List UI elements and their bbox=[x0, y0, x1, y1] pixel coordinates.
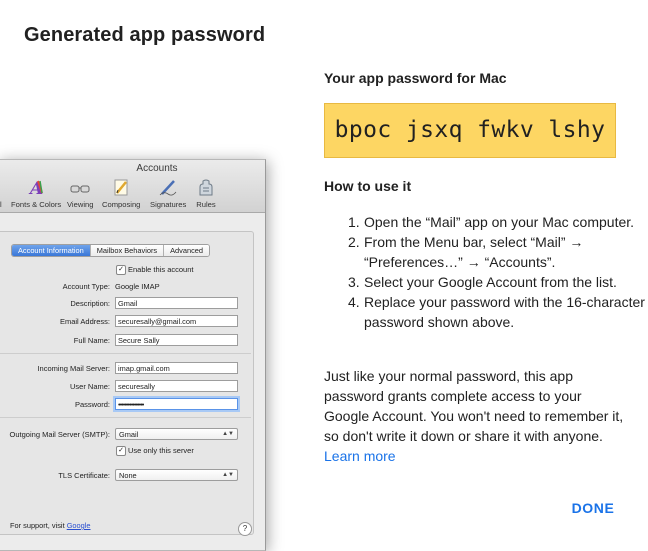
mac-titlebar: Accounts il A Fonts & Colors bbox=[0, 160, 265, 213]
list-item: 4. Replace your password with the 16-char… bbox=[348, 294, 645, 330]
security-note: Just like your normal password, this app… bbox=[324, 368, 624, 464]
account-type-label: Account Type: bbox=[62, 282, 110, 291]
smtp-label: Outgoing Mail Server (SMTP): bbox=[9, 430, 110, 439]
list-item: 2. From the Menu bar, select “Mail” → “Pr… bbox=[348, 234, 584, 270]
app-password-box[interactable]: bpoc jsxq fwkv lshy bbox=[324, 103, 616, 158]
how-to-use-heading: How to use it bbox=[324, 178, 412, 194]
learn-more-link[interactable]: Learn more bbox=[324, 448, 396, 464]
rules-icon bbox=[199, 179, 213, 196]
tab-account-information: Account Information bbox=[12, 245, 91, 256]
toolbar-fonts-colors: A Fonts & Colors bbox=[11, 179, 62, 209]
tab-mailbox-behaviors: Mailbox Behaviors bbox=[90, 245, 165, 256]
account-tabs: Account Information Mailbox Behaviors Ad… bbox=[11, 244, 210, 257]
dialog-title: Generated app password bbox=[24, 24, 266, 46]
toolbar-viewing: Viewing bbox=[67, 178, 93, 209]
user-name-label: User Name: bbox=[69, 382, 110, 391]
tab-advanced: Advanced bbox=[164, 245, 209, 256]
at-icon bbox=[0, 178, 3, 197]
support-text: For support, visit Google bbox=[10, 521, 91, 530]
tls-certificate-label: TLS Certificate: bbox=[58, 471, 110, 480]
pencil-icon bbox=[114, 179, 128, 196]
incoming-server-field: imap.gmail.com bbox=[115, 362, 238, 374]
toolbar-mail: il bbox=[0, 178, 3, 209]
tls-certificate-select: None ▲▼ bbox=[115, 469, 238, 481]
enable-account-label: Enable this account bbox=[128, 265, 194, 274]
glasses-icon bbox=[70, 185, 90, 193]
instructions-list: 1. Open the “Mail” app on your Mac comput… bbox=[324, 212, 648, 332]
updown-arrows-icon: ▲▼ bbox=[222, 472, 234, 478]
account-settings-panel: Account Information Mailbox Behaviors Ad… bbox=[0, 231, 254, 535]
use-only-server-checkbox: ✓ bbox=[116, 446, 126, 456]
help-icon: ? bbox=[238, 522, 252, 536]
user-name-field: securesally bbox=[115, 380, 238, 392]
email-address-field: securesally@gmail.com bbox=[115, 315, 238, 327]
description-field: Gmail bbox=[115, 297, 238, 309]
toolbar-signatures: Signatures bbox=[150, 178, 186, 209]
enable-account-checkbox: ✓ bbox=[116, 265, 126, 275]
full-name-label: Full Name: bbox=[73, 336, 110, 345]
list-item: 3. Select your Google Account from the li… bbox=[348, 274, 617, 290]
password-label: Password: bbox=[74, 400, 110, 409]
description-label: Description: bbox=[70, 299, 110, 308]
mac-mail-accounts-illustration: Accounts il A Fonts & Colors bbox=[0, 159, 266, 551]
updown-arrows-icon: ▲▼ bbox=[222, 431, 234, 437]
use-only-server-label: Use only this server bbox=[128, 446, 194, 455]
panel-separator bbox=[0, 353, 251, 354]
support-link: Google bbox=[66, 521, 91, 530]
panel-separator bbox=[0, 417, 251, 418]
password-field: •••••••••••••••• bbox=[115, 398, 238, 410]
toolbar-composing: Composing bbox=[102, 178, 140, 209]
smtp-select: Gmail ▲▼ bbox=[115, 428, 238, 440]
signature-pen-icon bbox=[159, 180, 177, 196]
fonts-colors-icon: A bbox=[28, 179, 43, 197]
done-button[interactable]: DONE bbox=[566, 492, 620, 524]
incoming-server-label: Incoming Mail Server: bbox=[37, 364, 110, 373]
mac-window-body: Account Information Mailbox Behaviors Ad… bbox=[0, 213, 255, 550]
mac-toolbar: il A Fonts & Colors Viewing bbox=[0, 178, 265, 212]
mac-window-title: Accounts bbox=[136, 163, 178, 174]
email-address-label: Email Address: bbox=[59, 317, 110, 326]
list-item: 1. Open the “Mail” app on your Mac comput… bbox=[348, 214, 635, 230]
full-name-field: Secure Sally bbox=[115, 334, 238, 346]
account-type-value: Google IMAP bbox=[115, 282, 160, 291]
app-password-heading: Your app password for Mac bbox=[324, 70, 507, 86]
toolbar-rules: Rules bbox=[196, 178, 216, 209]
